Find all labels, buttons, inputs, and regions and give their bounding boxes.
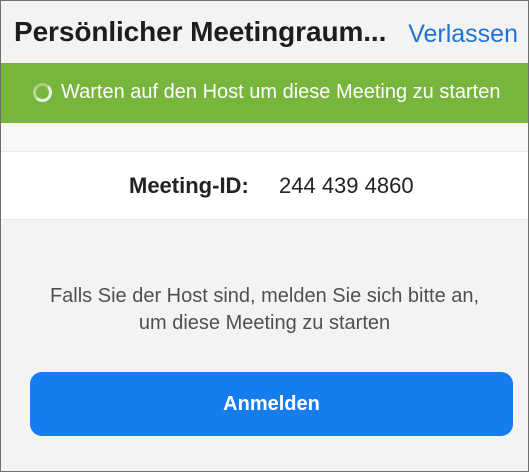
- loading-spinner-icon: [33, 83, 52, 102]
- section-spacer: [1, 123, 528, 151]
- host-login-message-line-2: um diese Meeting zu starten: [138, 312, 391, 334]
- meeting-id-value: 244 439 4860: [279, 173, 414, 198]
- top-bar: Persönlicher Meetingraum... Verlassen: [1, 1, 528, 63]
- meeting-id-label: Meeting-ID:: [129, 173, 249, 198]
- waiting-status-banner: Warten auf den Host um diese Meeting zu …: [1, 63, 528, 123]
- page-title: Persönlicher Meetingraum...: [14, 16, 387, 47]
- app-window: Persönlicher Meetingraum... Verlassen Wa…: [0, 0, 529, 472]
- leave-button[interactable]: Verlassen: [408, 19, 518, 49]
- host-login-message-line-1: Falls Sie der Host sind, melden Sie sich…: [49, 285, 480, 307]
- waiting-status-text: Warten auf den Host um diese Meeting zu …: [61, 81, 501, 103]
- meeting-id-row: Meeting-ID: 244 439 4860: [1, 151, 528, 220]
- host-login-message: Falls Sie der Host sind, melden Sie sich…: [1, 283, 528, 337]
- login-button[interactable]: Anmelden: [30, 372, 513, 436]
